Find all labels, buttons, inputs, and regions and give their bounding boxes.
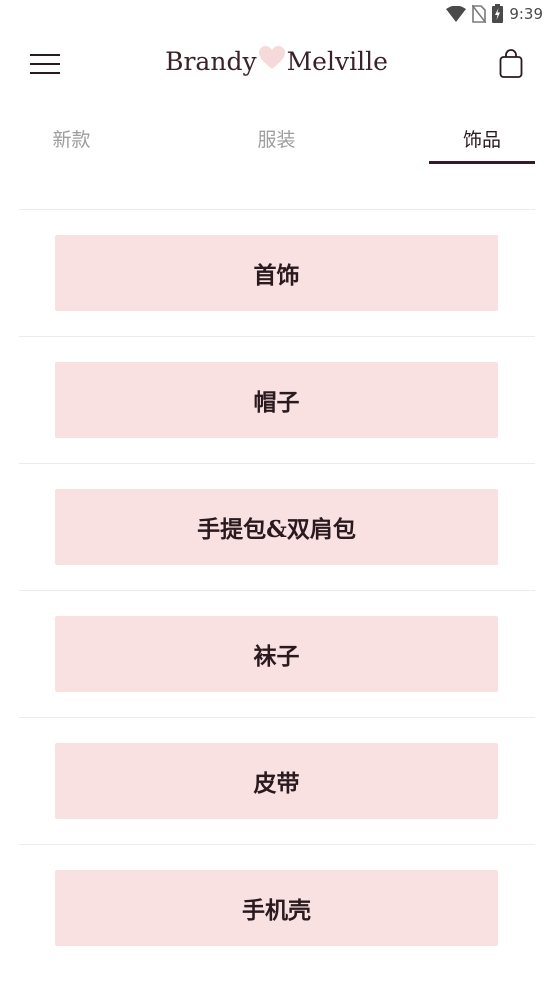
brand-name-left: Brandy <box>165 46 257 76</box>
status-icons: 9:39 <box>446 4 543 23</box>
tab-accessories[interactable]: 饰品 <box>429 112 535 164</box>
tab-label: 饰品 <box>462 128 501 151</box>
tab-label: 服装 <box>257 128 296 151</box>
list-item: 帽子 <box>19 336 535 463</box>
category-button-phone-cases[interactable]: 手机壳 <box>55 870 498 946</box>
list-item: 皮带 <box>19 717 535 844</box>
list-item: 首饰 <box>19 209 535 336</box>
tab-new[interactable]: 新款 <box>0 112 143 164</box>
category-button-jewelry[interactable]: 首饰 <box>55 235 498 311</box>
category-button-hats[interactable]: 帽子 <box>55 362 498 438</box>
status-time: 9:39 <box>509 4 543 23</box>
status-bar: 9:39 <box>0 0 553 30</box>
active-tab-indicator <box>429 161 535 164</box>
heart-icon <box>258 46 285 76</box>
category-button-belts[interactable]: 皮带 <box>55 743 498 819</box>
battery-charging-icon <box>492 4 504 23</box>
shopping-bag-button[interactable] <box>499 49 523 79</box>
list-item: 袜子 <box>19 590 535 717</box>
wifi-icon <box>446 5 467 22</box>
no-sim-icon <box>472 4 487 23</box>
app-header: Brandy Melville <box>0 36 553 92</box>
shopping-bag-icon <box>499 49 523 78</box>
list-item: 手提包&双肩包 <box>19 463 535 590</box>
list-item: 手机壳 <box>19 844 535 971</box>
brand-logo[interactable]: Brandy Melville <box>0 46 553 76</box>
category-button-bags[interactable]: 手提包&双肩包 <box>55 489 498 565</box>
tab-label: 新款 <box>52 128 91 151</box>
category-button-socks[interactable]: 袜子 <box>55 616 498 692</box>
category-tabs: 新款 服装 饰品 <box>0 112 553 168</box>
category-list: 首饰 帽子 手提包&双肩包 袜子 皮带 手机壳 <box>19 209 535 971</box>
tab-clothing[interactable]: 服装 <box>205 112 348 164</box>
brand-name-right: Melville <box>286 46 388 76</box>
